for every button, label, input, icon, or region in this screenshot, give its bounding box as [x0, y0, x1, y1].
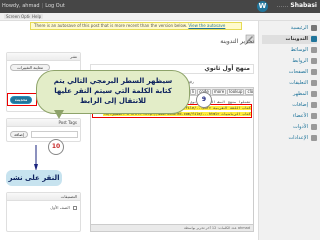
sidebar-item-label: الأدوات — [293, 124, 308, 130]
category-label: الصف الأول — [50, 205, 70, 210]
help-button[interactable]: Help — [30, 14, 44, 19]
sidebar-item[interactable]: الإعدادات — [262, 134, 317, 143]
toolbar-button[interactable]: close tags — [245, 89, 253, 95]
sidebar-item-label: التدوينات — [285, 36, 308, 42]
sidebar-item[interactable]: التعليقات — [262, 79, 317, 88]
logout-link[interactable]: Log Out — [45, 3, 65, 9]
highlight-update-button — [7, 93, 37, 106]
add-tag-button[interactable]: إضافة — [10, 131, 28, 138]
preview-changes-button[interactable]: معاينة التغييرات — [10, 64, 50, 71]
howdy-link[interactable]: Howdy, ahmad — [2, 3, 40, 9]
toolbar-button[interactable]: more — [211, 89, 227, 95]
sidebar-item[interactable]: الصفحات — [262, 68, 317, 77]
menu-icon — [311, 57, 317, 64]
site-dots: …… — [276, 2, 289, 9]
sidebar-item-label: الروابط — [292, 58, 308, 64]
click-publish-hint: النقر على نشر — [6, 170, 62, 186]
sidebar-item-label: التعليقات — [289, 80, 308, 86]
editor-status-bar: عدد الكلمات: 12 آخر تحرير بواسطة ahmad — [91, 224, 253, 231]
down-arrow-icon — [34, 145, 38, 171]
menu-icon — [311, 46, 317, 53]
categories-title: التصنيفات — [7, 193, 80, 201]
sidebar-item[interactable]: الوسائط — [262, 46, 317, 55]
sidebar-item-label: الرئيسية — [290, 25, 308, 31]
site-name[interactable]: …… Shabasi — [276, 2, 317, 9]
admin-user-links: Howdy, ahmad | Log Out — [2, 3, 65, 9]
view-autosave-link[interactable]: View the autosave — [188, 23, 225, 28]
site-name-label: Shabasi — [290, 2, 317, 9]
sidebar-item[interactable]: الروابط — [262, 57, 317, 66]
post-tags-title: Post Tags — [7, 119, 80, 127]
instruction-callout: سيظهر السطر البرمجي التالي يتم كتابة الك… — [36, 70, 190, 114]
page-title: تحرير التدوينة — [220, 38, 254, 45]
toolbar-button[interactable]: lookup — [227, 89, 245, 95]
wordpress-logo-icon[interactable]: W — [257, 1, 268, 12]
checkbox-icon[interactable] — [73, 206, 77, 210]
sidebar-item[interactable]: الأعضاء — [262, 112, 317, 121]
sidebar-item[interactable]: المظهر — [262, 90, 317, 99]
category-item[interactable]: الصف الأول — [50, 205, 77, 210]
admin-menu: الرئيسية التدوينات الوسائط الروابط الصفحات ال… — [258, 21, 320, 240]
autosave-notice: There is an autosave of this post that i… — [30, 22, 242, 30]
sidebar-item[interactable]: التدوينات — [262, 35, 317, 44]
menu-icon — [311, 79, 317, 86]
menu-icon — [311, 123, 317, 130]
notice-text: There is an autosave of this post that i… — [34, 23, 188, 28]
admin-bar: Howdy, ahmad | Log Out W …… Shabasi — [0, 0, 320, 13]
menu-icon — [311, 24, 317, 31]
categories-widget: التصنيفات الصف الأول — [6, 192, 81, 232]
sidebar-item[interactable]: إضافات — [262, 101, 317, 110]
sidebar-item-label: الإعدادات — [288, 135, 308, 141]
menu-icon — [311, 68, 317, 75]
sidebar-item[interactable]: الرئيسية — [262, 24, 317, 33]
sidebar-item-label: المظهر — [293, 91, 308, 97]
sidebar-item-label: الصفحات — [288, 69, 308, 75]
tag-input[interactable] — [31, 131, 78, 138]
post-tags-widget: Post Tags إضافة — [6, 118, 81, 142]
menu-icon — [311, 134, 317, 141]
sidebar-item-label: الوسائط — [290, 47, 308, 53]
sidebar-item-label: إضافات — [292, 102, 308, 108]
step-10-badge: 10 — [48, 139, 64, 155]
step-9-badge: 9 — [196, 92, 212, 108]
callout-tail — [54, 110, 64, 119]
menu-icon — [311, 101, 317, 108]
toolbar-button[interactable]: li — [189, 89, 197, 95]
sidebar-item[interactable]: الأدوات — [262, 123, 317, 132]
publish-widget-title: نشر — [7, 53, 80, 61]
subheader: Screen Options Help — [0, 13, 320, 21]
sidebar-item-label: الأعضاء — [292, 113, 308, 119]
menu-icon — [311, 112, 317, 119]
menu-icon — [311, 90, 317, 97]
separator: | — [41, 3, 44, 9]
menu-icon — [311, 35, 317, 42]
